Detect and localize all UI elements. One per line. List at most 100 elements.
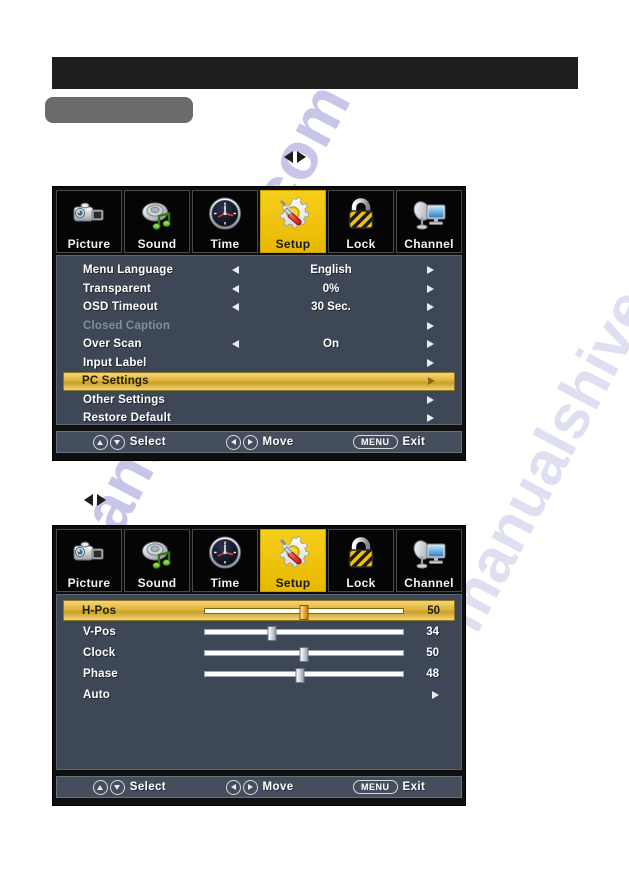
- satellite-monitor-icon: [397, 532, 461, 576]
- pc-row-phase[interactable]: Phase 48: [65, 663, 453, 684]
- camcorder-icon: [57, 532, 121, 576]
- slider-wrap: [203, 625, 404, 641]
- padlock-icon: [329, 532, 393, 576]
- tab-sound[interactable]: Sound: [124, 190, 190, 253]
- tab-time[interactable]: Time: [192, 529, 258, 592]
- pc-row-value: 48: [426, 667, 439, 680]
- arrow-left-icon: [84, 494, 93, 506]
- decrement-cell[interactable]: [215, 266, 255, 275]
- menu-row-transparent[interactable]: Transparent 0%: [65, 280, 453, 299]
- nav-arrows-second: [84, 494, 106, 506]
- slider-track[interactable]: [203, 625, 404, 641]
- footer-pc-settings: Select Move MENU Exit: [56, 776, 462, 798]
- decrement-cell[interactable]: [215, 340, 255, 349]
- increment-cell[interactable]: [407, 321, 453, 330]
- tab-lock[interactable]: Lock: [328, 190, 394, 253]
- increment-cell[interactable]: [407, 395, 453, 404]
- tab-label: Time: [210, 576, 240, 590]
- slider-wrap: [203, 646, 404, 662]
- tab-setup[interactable]: Setup: [260, 190, 326, 253]
- slider-knob[interactable]: [299, 646, 309, 662]
- key-left-icon: [225, 779, 241, 795]
- pc-row-auto[interactable]: Auto: [65, 684, 453, 705]
- decrement-cell[interactable]: [215, 303, 255, 312]
- header-bar: [52, 57, 578, 89]
- pc-row-label: Auto: [83, 688, 110, 701]
- leftright-keys-icon: [225, 779, 258, 795]
- arrow-right-icon: [426, 395, 434, 404]
- footer-select-label: Select: [129, 781, 167, 793]
- slider-wrap: [203, 667, 404, 683]
- tab-sound[interactable]: Sound: [124, 529, 190, 592]
- pc-row-clock[interactable]: Clock 50: [65, 642, 453, 663]
- arrow-right-icon: [426, 340, 434, 349]
- arrow-left-icon: [231, 284, 239, 293]
- pc-row-label: V-Pos: [83, 625, 116, 638]
- arrow-left-icon: [284, 151, 293, 163]
- tab-picture[interactable]: Picture: [56, 190, 122, 253]
- decrement-cell[interactable]: [215, 284, 255, 293]
- slider-track[interactable]: [203, 667, 404, 683]
- satellite-monitor-icon: [397, 193, 461, 237]
- tab-label: Lock: [346, 576, 376, 590]
- increment-cell[interactable]: [407, 414, 453, 423]
- footer-move: Move: [225, 434, 294, 450]
- nav-arrows-top: [284, 151, 306, 163]
- camcorder-icon: [57, 193, 121, 237]
- pc-row-label: Phase: [83, 667, 118, 680]
- menu-row-label: Restore Default: [83, 412, 171, 425]
- slider-wrap: [204, 604, 405, 620]
- menu-row-label: Over Scan: [83, 338, 142, 351]
- arrow-right-icon: [97, 494, 106, 506]
- pc-row-v-pos[interactable]: V-Pos 34: [65, 621, 453, 642]
- pc-row-label: Clock: [83, 646, 116, 659]
- tab-channel[interactable]: Channel: [396, 190, 462, 253]
- menu-row-other-settings[interactable]: Other Settings: [65, 391, 453, 410]
- menu-row-value: 0%: [322, 282, 340, 295]
- menu-row-restore-default[interactable]: Restore Default: [65, 409, 453, 428]
- increment-cell[interactable]: [407, 358, 453, 367]
- tab-label: Sound: [137, 237, 177, 251]
- tab-picture[interactable]: Picture: [56, 529, 122, 592]
- menu-row-input-label[interactable]: Input Label: [65, 354, 453, 373]
- speaker-music-icon: [125, 532, 189, 576]
- pc-row-value: 34: [426, 625, 439, 638]
- key-left-icon: [225, 434, 241, 450]
- speaker-music-icon: [125, 193, 189, 237]
- tab-label: Setup: [275, 237, 311, 251]
- pc-settings-list: H-Pos 50 V-Pos 34 Clock 50 Phase 48 Auto: [56, 594, 462, 770]
- arrow-right-icon: [426, 284, 434, 293]
- tab-time[interactable]: Time: [192, 190, 258, 253]
- slider-track[interactable]: [203, 646, 404, 662]
- footer-exit-label: Exit: [402, 781, 426, 793]
- slider-knob[interactable]: [267, 625, 277, 641]
- menu-row-over-scan[interactable]: Over Scan On: [65, 335, 453, 354]
- increment-cell[interactable]: [407, 340, 453, 349]
- slider-knob[interactable]: [299, 604, 309, 620]
- arrow-right-icon: [297, 151, 306, 163]
- menu-row-osd-timeout[interactable]: OSD Timeout 30 Sec.: [65, 298, 453, 317]
- key-down-icon: [109, 434, 125, 450]
- increment-cell[interactable]: [407, 284, 453, 293]
- pc-row-label: H-Pos: [82, 604, 117, 617]
- menu-row-value: English: [310, 264, 352, 277]
- footer-move: Move: [225, 779, 294, 795]
- tab-label: Channel: [404, 237, 454, 251]
- tab-channel[interactable]: Channel: [396, 529, 462, 592]
- tab-setup[interactable]: Setup: [260, 529, 326, 592]
- increment-cell[interactable]: [407, 266, 453, 275]
- menu-row-label: Closed Caption: [83, 319, 171, 332]
- menu-row-menu-language[interactable]: Menu Language English: [65, 261, 453, 280]
- increment-cell[interactable]: [407, 303, 453, 312]
- slider-knob[interactable]: [295, 667, 305, 683]
- pc-row-h-pos[interactable]: H-Pos 50: [63, 600, 455, 621]
- increment-cell[interactable]: [408, 377, 454, 386]
- submenu-cell[interactable]: [401, 690, 453, 699]
- footer-exit: MENU Exit: [353, 780, 425, 794]
- section-tag-pill: [45, 97, 193, 123]
- slider-track[interactable]: [204, 604, 405, 620]
- menu-row-pc-settings[interactable]: PC Settings: [63, 372, 455, 391]
- tab-lock[interactable]: Lock: [328, 529, 394, 592]
- key-right-icon: [242, 779, 258, 795]
- tab-row-setup: Picture Sound Time Setup Lock Channel: [53, 187, 465, 253]
